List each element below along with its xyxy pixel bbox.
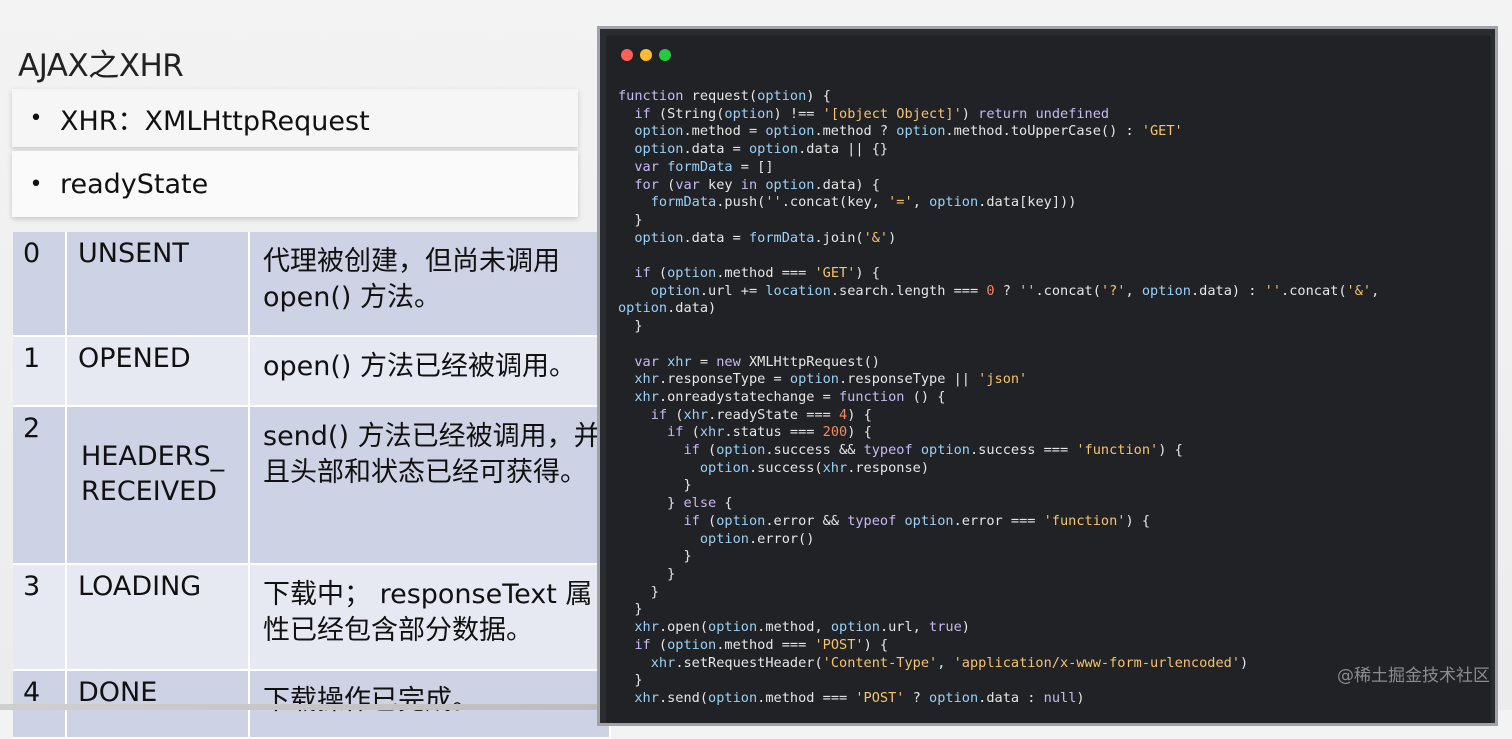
- code-line: }: [618, 583, 659, 600]
- bullet-text: XHR：XMLHttpRequest: [60, 105, 370, 137]
- code-line: xhr.setRequestHeader('Content-Type', 'ap…: [650, 654, 1249, 671]
- close-dot-icon[interactable]: [621, 49, 633, 61]
- slide-title: AJAX之XHR: [18, 48, 184, 84]
- state-desc: open() 方法已经被调用。: [250, 337, 611, 407]
- table-row: 2 HEADERS_ RECEIVED send() 方法已经被调用，并且头部和…: [13, 407, 611, 565]
- code-line: }: [618, 565, 676, 582]
- code-line: if (xhr.readyState === 4) {: [650, 406, 872, 423]
- code-line: }: [618, 672, 643, 689]
- ready-state-table: 0 UNSENT 代理被创建，但尚未调用 open() 方法。 1 OPENED…: [13, 232, 611, 739]
- code-window: function request(option) { if (String(op…: [597, 26, 1498, 726]
- state-desc: send() 方法已经被调用，并且头部和状态已经可获得。: [250, 407, 611, 565]
- code-line: }: [618, 211, 643, 228]
- slide-bottom-bar: [0, 704, 597, 710]
- state-name: HEADERS_ RECEIVED: [67, 407, 250, 565]
- state-name: UNSENT: [67, 232, 250, 337]
- state-value: 2: [13, 407, 67, 565]
- code-line: formData.push(''.concat(key, '=', option…: [650, 194, 1077, 211]
- code-line: xhr.open(option.method, option.url, true…: [634, 619, 970, 636]
- code-line: option.data = formData.join('&'): [634, 229, 897, 246]
- table-row: 1 OPENED open() 方法已经被调用。: [13, 337, 611, 407]
- state-desc: 下载中； responseText 属性已经包含部分数据。: [250, 565, 611, 671]
- bullet-text: readyState: [60, 168, 209, 200]
- code-line: }: [618, 548, 692, 565]
- code-line: var formData = []: [634, 158, 774, 175]
- maximize-dot-icon[interactable]: [659, 49, 671, 61]
- code-line: if (String(option) !== '[object Object]'…: [634, 105, 1110, 122]
- code-line: var xhr = new XMLHttpRequest(): [634, 353, 880, 370]
- code-line: option.data): [618, 300, 717, 317]
- minimize-dot-icon[interactable]: [640, 49, 652, 61]
- bullet-marker: •: [29, 105, 43, 131]
- code-line: if (option.error && typeof option.error …: [683, 512, 1151, 529]
- bullet-marker: •: [29, 171, 43, 197]
- state-value: 3: [13, 565, 67, 671]
- table-row: 3 LOADING 下载中； responseText 属性已经包含部分数据。: [13, 565, 611, 671]
- watermark: @稀土掘金技术社区: [1337, 666, 1490, 686]
- code-line: xhr.responseType = option.responseType |…: [634, 371, 1028, 388]
- state-name: OPENED: [67, 337, 250, 407]
- state-value: 0: [13, 232, 67, 337]
- code-line: }: [618, 318, 643, 335]
- code-line: }: [618, 477, 692, 494]
- code-line: if (option.method === 'GET') {: [634, 265, 880, 282]
- code-line: xhr.send(option.method === 'POST' ? opti…: [634, 689, 1085, 706]
- code-line: option.url += location.search.length ===…: [650, 282, 1380, 299]
- code-line: if (option.success && typeof option.succ…: [683, 442, 1183, 459]
- code-line: option.success(xhr.response): [699, 459, 930, 476]
- code-line: function request(option) {: [618, 88, 831, 104]
- code-line: for (var key in option.data) {: [634, 176, 880, 193]
- code-line: }: [618, 601, 643, 618]
- window-controls: [621, 49, 671, 61]
- code-line: if (xhr.status === 200) {: [667, 424, 872, 441]
- code-line: } else {: [618, 495, 733, 512]
- code-line: if (option.method === 'POST') {: [634, 636, 889, 653]
- bullet-xhr: • XHR：XMLHttpRequest: [12, 89, 578, 147]
- code-line: option.data = option.data || {}: [634, 141, 889, 158]
- code-line: xhr.onreadystatechange = function () {: [634, 388, 946, 405]
- bullet-readystate: • readyState: [12, 151, 578, 217]
- state-desc: 代理被创建，但尚未调用 open() 方法。: [250, 232, 611, 337]
- state-name: LOADING: [67, 565, 250, 671]
- code-line: option.method = option.method ? option.m…: [634, 123, 1183, 140]
- code-block: function request(option) { if (String(op…: [618, 88, 1379, 708]
- state-value: 1: [13, 337, 67, 407]
- code-panel[interactable]: function request(option) { if (String(op…: [606, 35, 1491, 723]
- code-line: option.error(): [699, 530, 815, 547]
- table-row: 0 UNSENT 代理被创建，但尚未调用 open() 方法。: [13, 232, 611, 337]
